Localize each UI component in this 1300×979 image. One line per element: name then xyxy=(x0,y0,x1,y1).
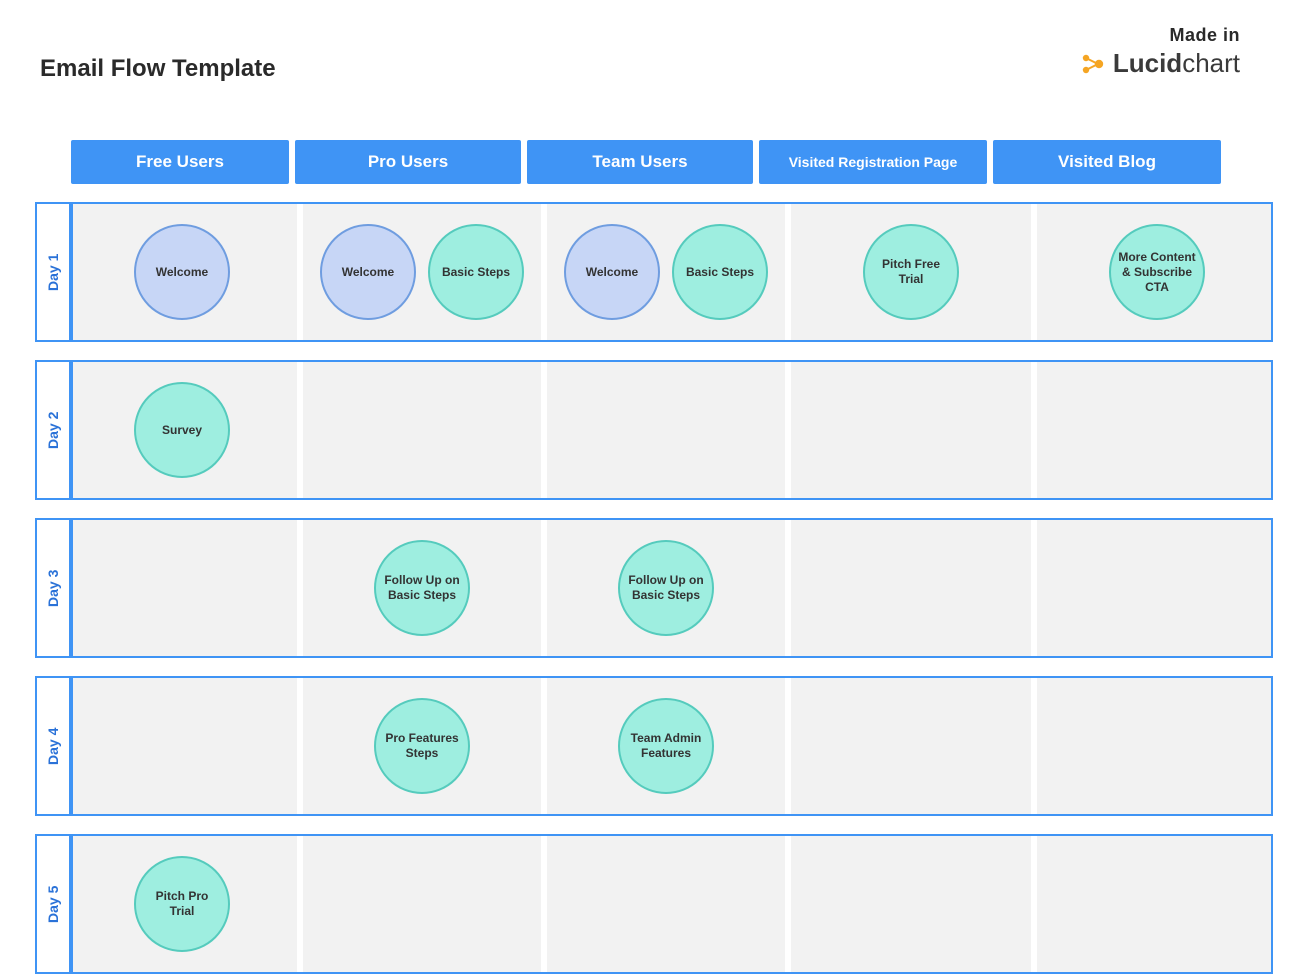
cell-d1-blog: More Content & Subscribe CTA xyxy=(1043,204,1271,340)
bubble-basic-steps: Basic Steps xyxy=(672,224,768,320)
row-label-day-2: Day 2 xyxy=(35,360,71,500)
row-body-day-1: Welcome Welcome Basic Steps Welcome Basi… xyxy=(71,202,1273,342)
cell-d1-reg: Pitch Free Trial xyxy=(797,204,1025,340)
cell-d3-team: Follow Up on Basic Steps xyxy=(553,520,779,656)
row-label-day-5: Day 5 xyxy=(35,834,71,974)
cell-d3-blog xyxy=(1043,520,1271,656)
row-label-day-4: Day 4 xyxy=(35,676,71,816)
cell-d3-pro: Follow Up on Basic Steps xyxy=(309,520,535,656)
cell-d3-reg xyxy=(797,520,1025,656)
bubble-welcome: Welcome xyxy=(320,224,416,320)
cell-d2-reg xyxy=(797,362,1025,498)
cell-d1-team: Welcome Basic Steps xyxy=(553,204,779,340)
cell-d5-reg xyxy=(797,836,1025,972)
bubble-team-admin: Team Admin Features xyxy=(618,698,714,794)
cell-d4-reg xyxy=(797,678,1025,814)
row-day-5: Day 5 Pitch Pro Trial xyxy=(35,834,1265,974)
cell-d1-pro: Welcome Basic Steps xyxy=(309,204,535,340)
row-day-2: Day 2 Survey xyxy=(35,360,1265,500)
col-header-team: Team Users xyxy=(527,140,753,184)
diagram-canvas: Email Flow Template Made in Lucidchart F… xyxy=(0,0,1300,979)
bubble-pitch-pro-trial: Pitch Pro Trial xyxy=(134,856,230,952)
cell-d4-free xyxy=(73,678,291,814)
bubble-follow-up: Follow Up on Basic Steps xyxy=(618,540,714,636)
row-body-day-3: Follow Up on Basic Steps Follow Up on Ba… xyxy=(71,518,1273,658)
cell-d4-blog xyxy=(1043,678,1271,814)
row-day-4: Day 4 Pro Features Steps Team Admin Feat… xyxy=(35,676,1265,816)
cell-d1-free: Welcome xyxy=(73,204,291,340)
row-body-day-2: Survey xyxy=(71,360,1273,500)
column-headers: Free Users Pro Users Team Users Visited … xyxy=(71,140,1265,184)
cell-d5-team xyxy=(553,836,779,972)
row-day-3: Day 3 Follow Up on Basic Steps Follow Up… xyxy=(35,518,1265,658)
col-header-blog: Visited Blog xyxy=(993,140,1221,184)
row-body-day-5: Pitch Pro Trial xyxy=(71,834,1273,974)
made-in-text: Made in xyxy=(1079,25,1240,46)
cell-d2-free: Survey xyxy=(73,362,291,498)
bubble-welcome: Welcome xyxy=(134,224,230,320)
bubble-pitch-free-trial: Pitch Free Trial xyxy=(863,224,959,320)
cell-d4-team: Team Admin Features xyxy=(553,678,779,814)
brand-logo: Lucidchart xyxy=(1079,48,1240,79)
brand-name: Lucidchart xyxy=(1113,48,1240,79)
cell-d2-pro xyxy=(309,362,535,498)
bubble-pro-features: Pro Features Steps xyxy=(374,698,470,794)
cell-d5-free: Pitch Pro Trial xyxy=(73,836,291,972)
row-label-day-3: Day 3 xyxy=(35,518,71,658)
row-day-1: Day 1 Welcome Welcome Basic Steps Welcom… xyxy=(35,202,1265,342)
col-header-pro: Pro Users xyxy=(295,140,521,184)
bubble-follow-up: Follow Up on Basic Steps xyxy=(374,540,470,636)
brand-name-bold: Lucid xyxy=(1113,48,1182,78)
cell-d5-blog xyxy=(1043,836,1271,972)
made-in-badge: Made in Lucidchart xyxy=(1079,25,1240,79)
page-title: Email Flow Template xyxy=(40,55,276,83)
col-header-free: Free Users xyxy=(71,140,289,184)
row-body-day-4: Pro Features Steps Team Admin Features xyxy=(71,676,1273,816)
bubble-more-content-cta: More Content & Subscribe CTA xyxy=(1109,224,1205,320)
row-label-day-1: Day 1 xyxy=(35,202,71,342)
cell-d2-team xyxy=(553,362,779,498)
cell-d4-pro: Pro Features Steps xyxy=(309,678,535,814)
cell-d3-free xyxy=(73,520,291,656)
bubble-survey: Survey xyxy=(134,382,230,478)
bubble-basic-steps: Basic Steps xyxy=(428,224,524,320)
col-header-reg: Visited Registration Page xyxy=(759,140,987,184)
brand-name-rest: chart xyxy=(1182,48,1240,78)
lucidchart-icon xyxy=(1079,51,1105,77)
swimlane-grid: Free Users Pro Users Team Users Visited … xyxy=(35,140,1265,974)
cell-d5-pro xyxy=(309,836,535,972)
cell-d2-blog xyxy=(1043,362,1271,498)
bubble-welcome: Welcome xyxy=(564,224,660,320)
